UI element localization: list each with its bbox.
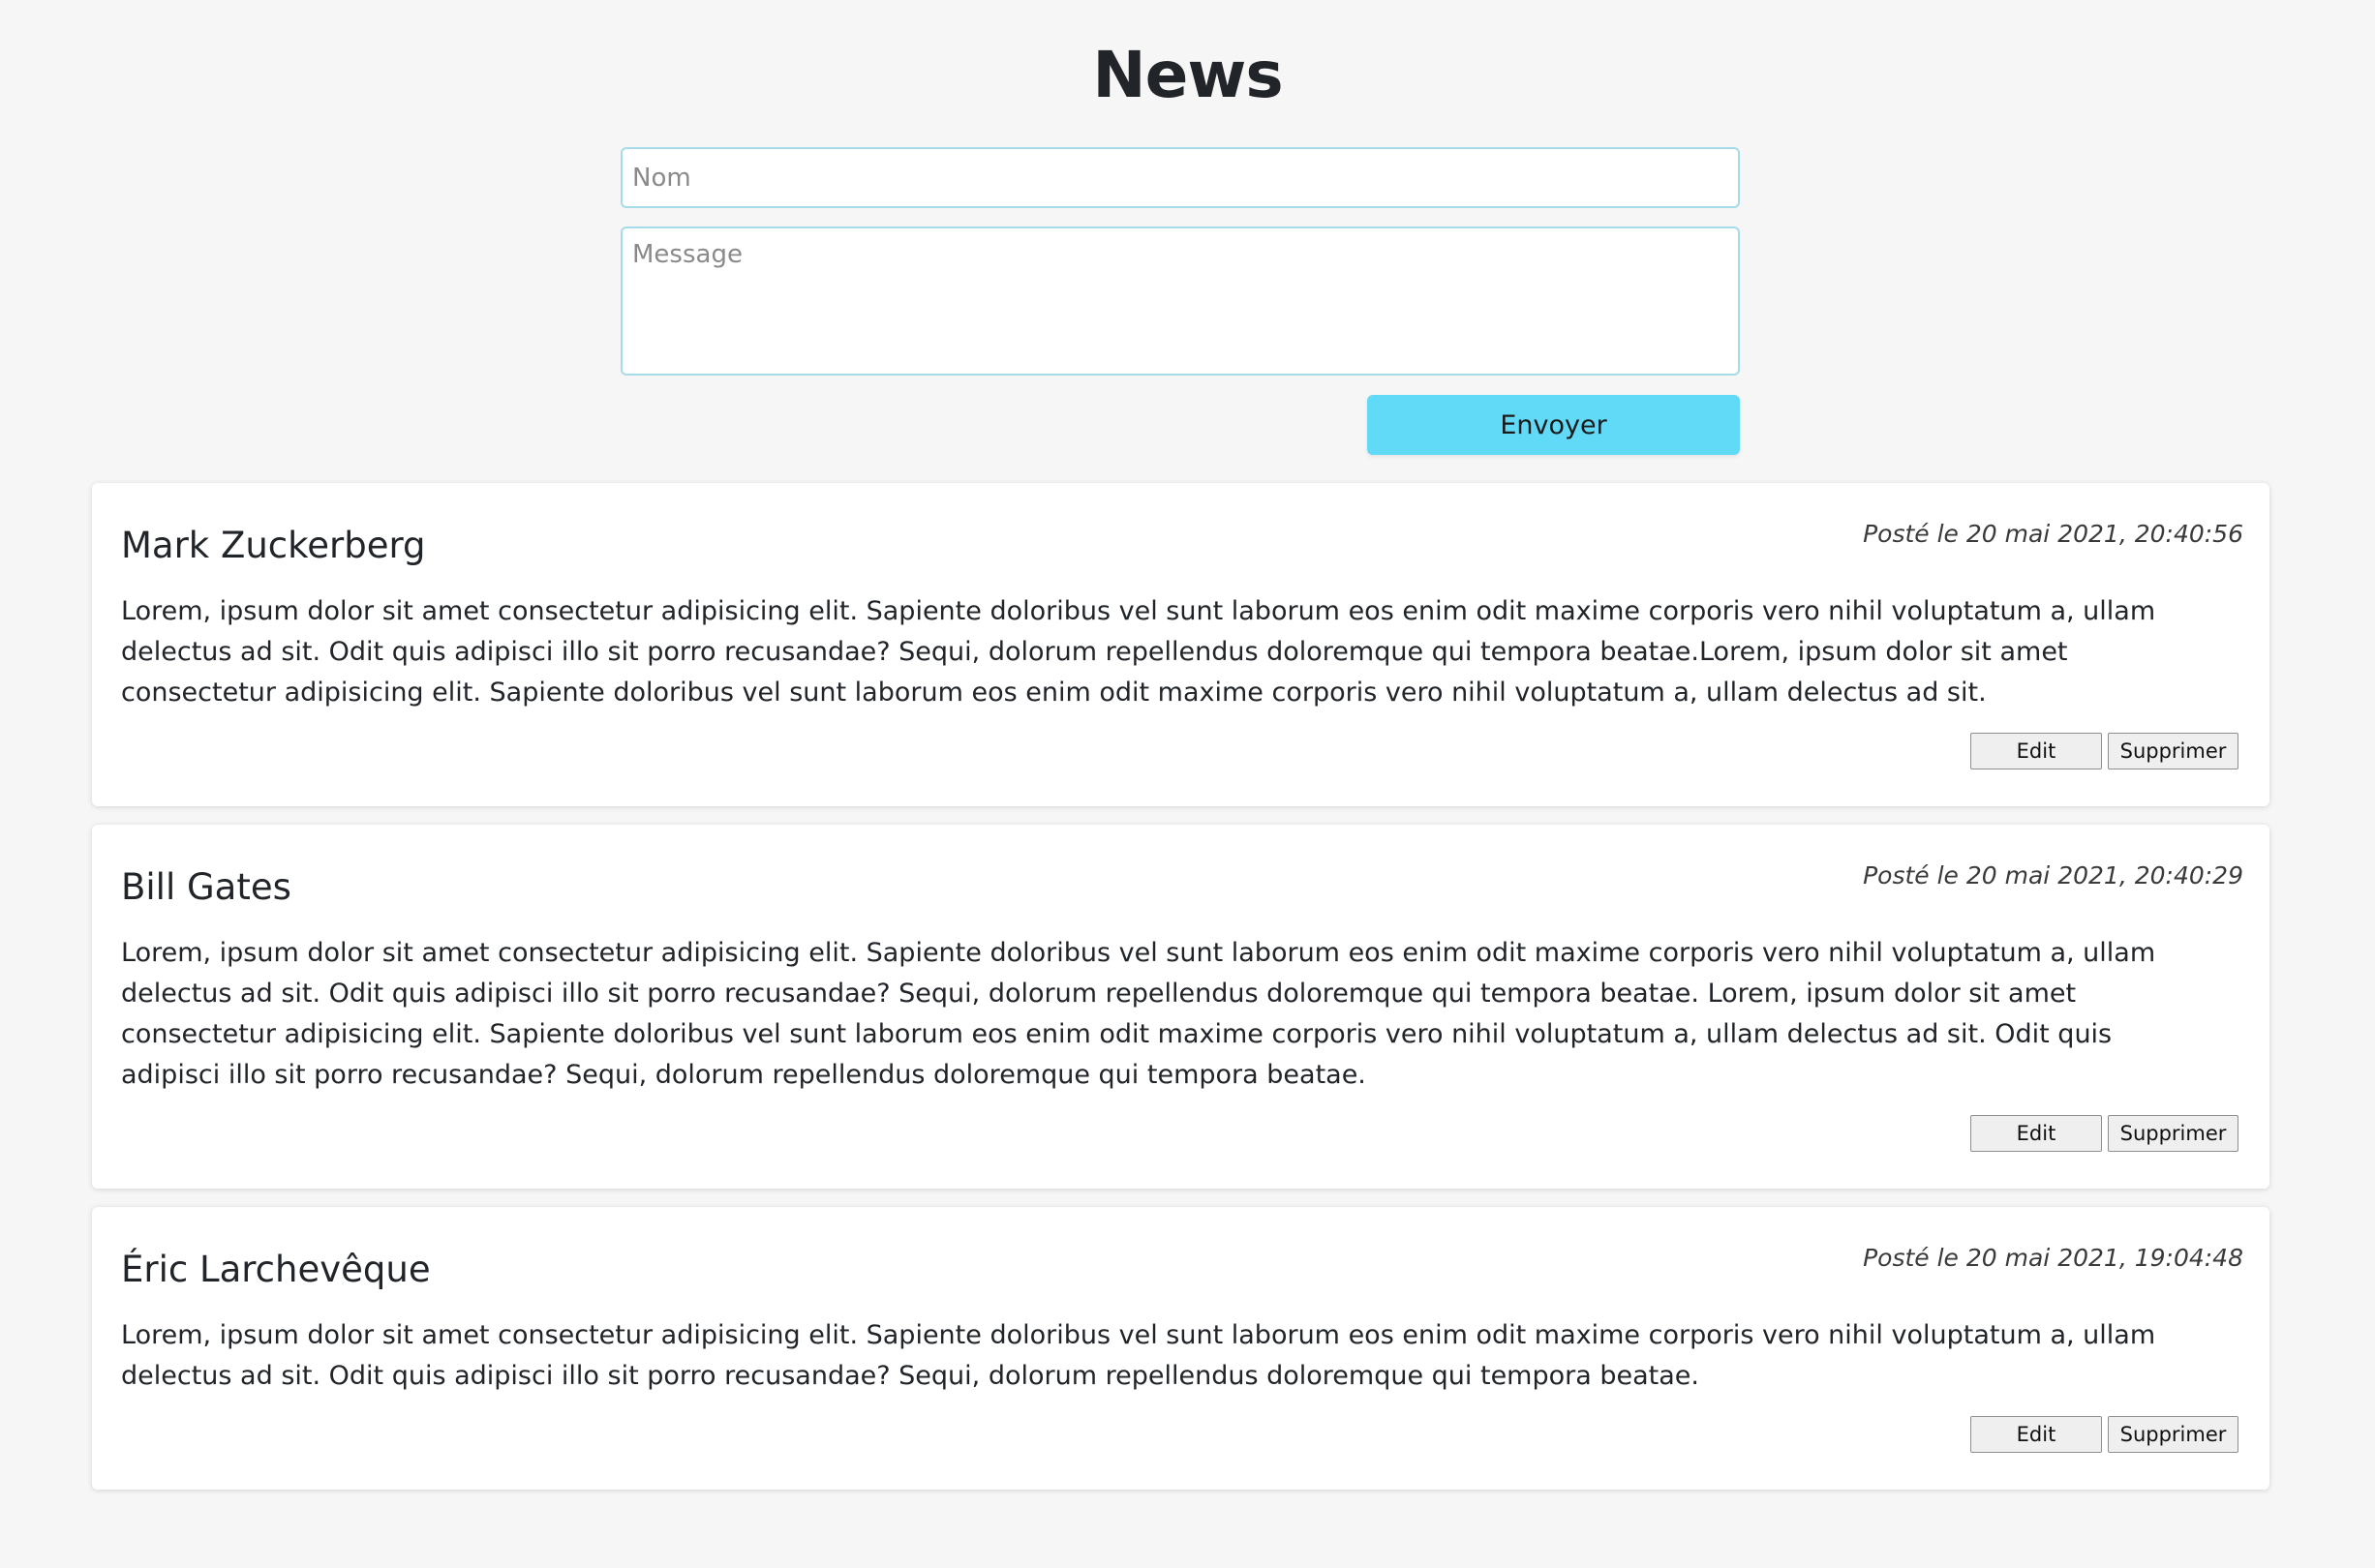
message-textarea[interactable] (621, 226, 1740, 376)
edit-button[interactable]: Edit (1970, 1115, 2102, 1152)
post-card: Bill Gates Posté le 20 mai 2021, 20:40:2… (92, 825, 2269, 1189)
post-actions: Edit Supprimer (121, 1416, 2242, 1453)
send-button[interactable]: Envoyer (1367, 395, 1740, 455)
post-body: Lorem, ipsum dolor sit amet consectetur … (121, 938, 2156, 1090)
news-form: Envoyer (621, 147, 1740, 455)
post-list: Mark Zuckerberg Posté le 20 mai 2021, 20… (92, 483, 2269, 1508)
post-date: Posté le 20 mai 2021, 20:40:56 (1863, 520, 2243, 548)
page-title: News (1092, 38, 1283, 112)
post-date: Posté le 20 mai 2021, 20:40:29 (1863, 861, 2243, 890)
post-actions: Edit Supprimer (121, 1115, 2242, 1152)
post-card: Éric Larchevêque Posté le 20 mai 2021, 1… (92, 1207, 2269, 1490)
edit-button[interactable]: Edit (1970, 733, 2102, 769)
delete-button[interactable]: Supprimer (2108, 1115, 2238, 1152)
name-input[interactable] (621, 147, 1740, 208)
delete-button[interactable]: Supprimer (2108, 1416, 2238, 1453)
post-body: Lorem, ipsum dolor sit amet consectetur … (121, 1320, 2156, 1391)
post-body: Lorem, ipsum dolor sit amet consectetur … (121, 596, 2156, 708)
post-card: Mark Zuckerberg Posté le 20 mai 2021, 20… (92, 483, 2269, 806)
post-date: Posté le 20 mai 2021, 19:04:48 (1863, 1244, 2243, 1272)
delete-button[interactable]: Supprimer (2108, 733, 2238, 769)
post-actions: Edit Supprimer (121, 733, 2242, 769)
edit-button[interactable]: Edit (1970, 1416, 2102, 1453)
